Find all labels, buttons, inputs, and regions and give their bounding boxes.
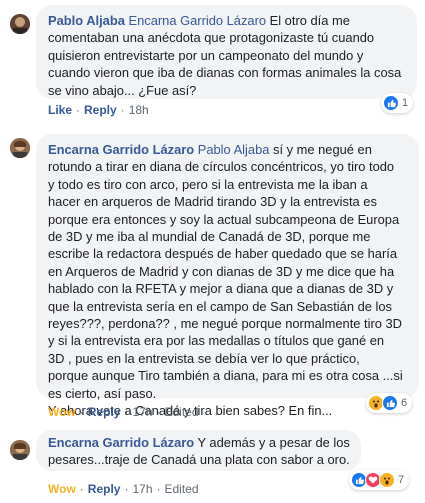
wow-icon [379,472,395,488]
comment-text: cuando vieron que iba de dianas con form… [48,65,402,81]
comment-text: 3D , pues en la entrevista se debía ver … [48,350,360,366]
comment-author[interactable]: Pablo Aljaba [48,13,125,28]
comment-actions: Wow · Reply · 17h · Edited [48,405,199,419]
comment-actions: Like · Reply · 18h [48,103,149,117]
reaction-summary[interactable]: 1 [381,93,414,113]
comment-text: Y además y a pesar de los [194,435,350,450]
wow-reaction-button[interactable]: Wow [48,482,76,496]
like-button[interactable]: Like [48,103,72,117]
comment-text: reyes???, perdona?? , me negué porque no… [48,316,402,332]
reaction-count: 1 [402,97,409,109]
like-icon [382,395,398,411]
timestamp[interactable]: 17h [132,482,152,496]
comment-mention[interactable]: Encarna Garrido Lázaro [128,13,266,28]
comment-text: porque aunque Tiro también a diana, para… [48,368,403,384]
comment-text: hablado con la RFETA y mejor a diana que… [48,281,394,297]
like-icon [383,95,399,111]
comment-text: en Arqueros de Madrid y con dianas de 3D… [48,263,395,279]
avatar[interactable] [10,440,30,460]
reply-button[interactable]: Reply [88,482,121,496]
comment-text: de 3D y me iba al mundial de Canadá de 3… [48,229,371,245]
reply-button[interactable]: Reply [88,405,121,419]
comment-text: que la entrevista sería en el campo de S… [48,298,392,314]
comment-bubble: Encarna Garrido Lázaro Y además y a pesa… [36,430,361,471]
comment-actions: Wow · Reply · 17h · Edited [48,482,199,496]
comment-first-line: Encarna Garrido Lázaro Y además y a pesa… [48,434,351,451]
comment-text: sí y me negué en [269,142,372,157]
timestamp[interactable]: 18h [129,103,149,117]
comment-first-line: Pablo Aljaba Encarna Garrido Lázaro El o… [48,12,407,29]
edited-label[interactable]: Edited [165,482,199,496]
reaction-count: 7 [398,474,405,486]
comment-text: es cierto, así paso. [48,385,157,401]
comment-text: comentaban una anécdota que protagonizas… [48,30,375,46]
comment-text: y si la entrevista era por las medallas … [48,333,385,349]
reaction-summary[interactable]: 6 [366,393,413,413]
comment-text: y todo es tiro con arco, pero si la entr… [48,176,368,192]
comment-bubble: Encarna Garrido Lázaro Pablo Aljaba sí y… [36,134,419,418]
edited-label[interactable]: Edited [165,405,199,419]
comment-author[interactable]: Encarna Garrido Lázaro [48,142,194,157]
comment-text: porque era entonces y soy la actual subc… [48,211,400,227]
comment-author[interactable]: Encarna Garrido Lázaro [48,435,194,450]
comment-text: rotundo a tirar en diana de círculos con… [48,159,395,175]
reply-button[interactable]: Reply [84,103,117,117]
comment-mention[interactable]: Pablo Aljaba [198,142,270,157]
comment-first-line: Encarna Garrido Lázaro Pablo Aljaba sí y… [48,141,409,158]
wow-reaction-button[interactable]: Wow [48,405,76,419]
comment-text: se vino abajo... ¿Fue así? [48,82,197,98]
comment-text: El otro día me [266,13,350,28]
avatar[interactable] [10,138,30,158]
reaction-summary[interactable]: 7 [349,470,410,490]
avatar[interactable] [10,14,30,34]
comment-text: pesares...traje de Canadá una plata con … [48,452,350,468]
comment-text: escribe la redactora después de haber qu… [48,246,398,262]
comment-bubble: Pablo Aljaba Encarna Garrido Lázaro El o… [36,5,417,99]
comment-text: hacer en arqueros de Madrid tirando 3D y… [48,194,377,210]
timestamp[interactable]: 17h [132,405,152,419]
reaction-count: 6 [401,397,408,409]
comment-text: quisieron entrevistarte por un campeonat… [48,47,364,63]
